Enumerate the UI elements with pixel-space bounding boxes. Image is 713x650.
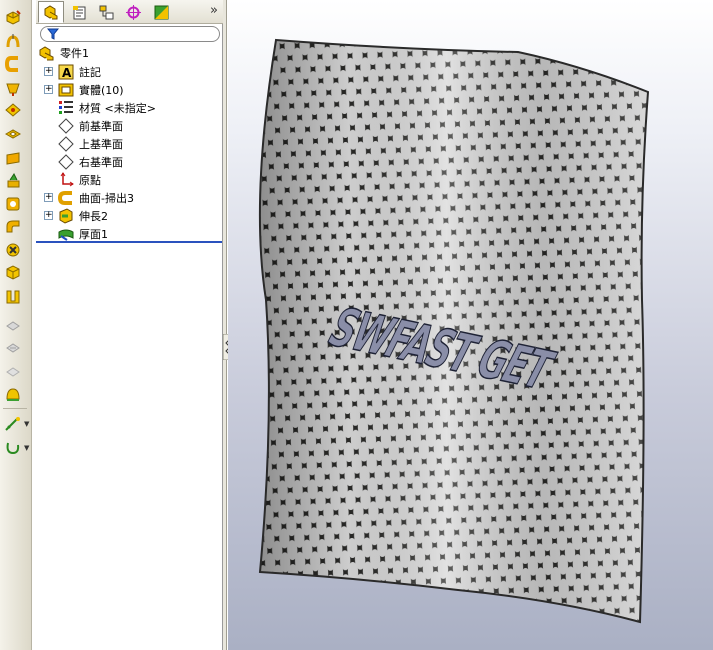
revolved-boss-icon[interactable] <box>2 32 24 52</box>
tab-property-manager[interactable] <box>66 1 92 23</box>
features-toolbar: ▼ ▼ <box>0 0 32 650</box>
configuration-manager-icon <box>99 5 113 19</box>
surface-sweep-icon <box>57 190 74 206</box>
tree-item-top-plane[interactable]: 上基準面 <box>36 135 223 153</box>
expand-toggle[interactable]: + <box>44 211 53 220</box>
reference-geometry-dropdown-icon[interactable]: ▼ <box>24 420 29 428</box>
tree-item-label: 伸長2 <box>79 210 108 223</box>
feature-manager-panel: » 零件1 + A 註記 + 實體(10) 材質 <未指定> 前基準面 上基準面… <box>36 0 223 650</box>
tree-item-label: 曲面-掃出3 <box>79 192 134 205</box>
wrap-icon <box>2 362 24 382</box>
more-tabs-button[interactable]: » <box>210 3 218 18</box>
dome-icon[interactable] <box>2 384 24 404</box>
toolbar-separator <box>3 408 27 409</box>
tree-item-label: 註記 <box>79 66 101 79</box>
tree-item-label: 實體(10) <box>79 84 124 97</box>
expand-toggle[interactable]: + <box>44 193 53 202</box>
tree-filter-input[interactable] <box>40 26 220 42</box>
tree-item-label: 材質 <未指定> <box>79 102 156 115</box>
plane-icon <box>58 118 74 134</box>
tree-item-front-plane[interactable]: 前基準面 <box>36 117 223 135</box>
material-icon <box>58 100 74 116</box>
svg-text:A: A <box>62 66 72 80</box>
rib-icon[interactable] <box>2 286 24 306</box>
tab-feature-tree[interactable] <box>38 1 64 23</box>
thicken-icon <box>58 226 74 242</box>
tree-item-extrude[interactable]: + 伸長2 <box>36 207 223 225</box>
panel-splitter[interactable] <box>223 0 227 650</box>
tree-item-label: 零件1 <box>60 47 89 60</box>
expand-toggle[interactable]: + <box>44 67 53 76</box>
revolved-cut-icon[interactable] <box>2 170 24 190</box>
tab-dimxpert[interactable] <box>120 1 146 23</box>
origin-icon <box>58 172 74 188</box>
tree-item-label: 上基準面 <box>79 138 123 151</box>
feature-tree-icon <box>44 4 57 19</box>
property-manager-icon <box>72 5 85 19</box>
part-icon <box>39 45 55 61</box>
tree-item-material[interactable]: 材質 <未指定> <box>36 99 223 117</box>
feature-manager-tabs: » <box>36 0 223 24</box>
swept-cut-icon[interactable] <box>2 194 24 214</box>
tree-item-origin[interactable]: 原點 <box>36 171 223 189</box>
rollback-bar[interactable] <box>36 241 222 243</box>
dimxpert-icon <box>125 4 141 20</box>
expand-toggle[interactable]: + <box>44 85 53 94</box>
tree-item-annotations[interactable]: + A 註記 <box>36 63 223 81</box>
tree-item-surface-sweep[interactable]: + 曲面-掃出3 <box>36 189 223 207</box>
linear-pattern-icon[interactable] <box>2 262 24 282</box>
graphics-viewport[interactable]: SWFAST GET <box>228 0 713 650</box>
swept-boss-icon[interactable] <box>2 54 24 74</box>
display-manager-icon <box>154 5 168 19</box>
hole-wizard-icon[interactable] <box>2 148 24 168</box>
tree-item-label: 前基準面 <box>79 120 123 133</box>
fillet-icon[interactable] <box>2 240 24 260</box>
annotations-icon: A <box>58 64 74 80</box>
plane-icon <box>58 154 74 170</box>
tree-item-right-plane[interactable]: 右基準面 <box>36 153 223 171</box>
tab-configuration-manager[interactable] <box>93 1 119 23</box>
curves-dropdown-icon[interactable]: ▼ <box>24 444 29 452</box>
tree-item-solid-bodies[interactable]: + 實體(10) <box>36 81 223 99</box>
reference-geometry-icon[interactable] <box>2 414 24 434</box>
tree-item-label: 右基準面 <box>79 156 123 169</box>
plane-icon <box>58 136 74 152</box>
solid-bodies-icon <box>58 82 74 98</box>
extrude-icon <box>58 208 74 224</box>
filter-icon <box>47 28 59 40</box>
extruded-cut-icon[interactable] <box>2 124 24 144</box>
boundary-boss-icon[interactable] <box>2 100 24 120</box>
lofted-cut-icon[interactable] <box>2 216 24 236</box>
lofted-boss-icon[interactable] <box>2 78 24 98</box>
curves-icon[interactable] <box>2 438 24 458</box>
tree-item-label: 原點 <box>79 174 101 187</box>
draft-icon <box>2 316 24 336</box>
tab-display-manager[interactable] <box>148 1 174 23</box>
shell-icon <box>2 338 24 358</box>
tree-item-part[interactable]: 零件1 <box>36 44 223 62</box>
tree-item-label: 厚面1 <box>79 228 108 241</box>
extruded-boss-icon[interactable] <box>2 8 24 28</box>
